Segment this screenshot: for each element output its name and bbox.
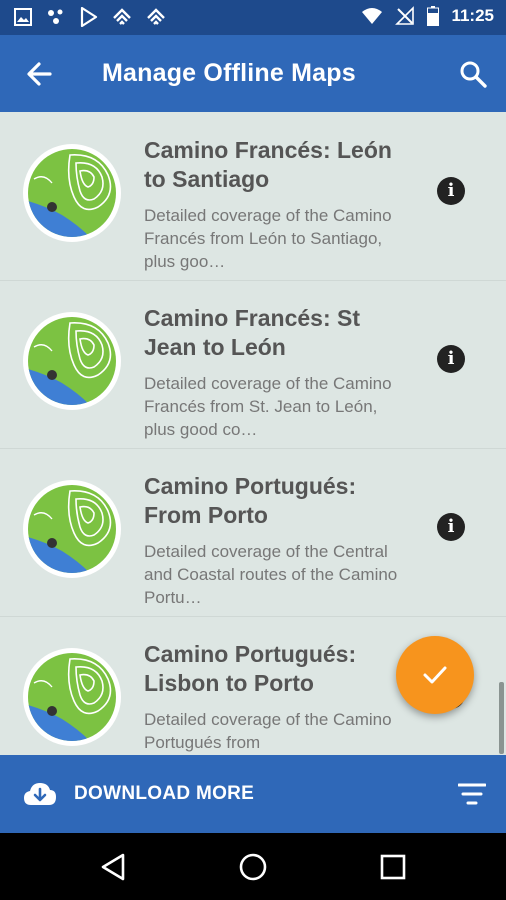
map-thumbnail [23,648,121,746]
info-button[interactable]: i [437,177,465,205]
info-icon: i [447,348,455,369]
list-item[interactable]: Camino Francés: León to Santiago Detaile… [0,112,506,281]
search-button[interactable] [458,59,488,89]
map-title: Camino Francés: León to Santiago [144,137,392,192]
check-icon [423,666,447,684]
play-store-icon [80,7,98,27]
download-more-label: DOWNLOAD MORE [74,783,255,804]
feedly-icon [147,8,165,25]
info-button[interactable]: i [437,513,465,541]
map-icon [28,653,116,741]
filter-icon [458,783,486,805]
system-nav-bar [0,833,506,900]
map-icon [28,149,116,237]
cloud-download-icon [24,783,56,805]
wifi-icon [362,8,383,24]
back-button[interactable] [24,59,56,89]
status-bar: 11:25 [0,0,506,35]
info-button[interactable]: i [437,345,465,373]
map-title: Camino Portugués: From Porto [144,473,357,528]
map-description: Detailed coverage of the Camino Portugué… [144,710,392,752]
confirm-fab[interactable] [396,636,474,714]
search-icon [460,61,487,88]
map-description: Detailed coverage of the Central and Coa… [144,542,398,607]
page-title: Manage Offline Maps [102,59,356,87]
bottom-bar: DOWNLOAD MORE [0,755,506,833]
no-signal-icon [395,6,415,25]
app-bar: Manage Offline Maps [0,35,506,112]
list-item[interactable]: Camino Portugués: From Porto Detailed co… [0,448,506,617]
battery-icon [427,6,440,26]
map-icon [28,485,116,573]
scrollbar[interactable] [499,682,504,754]
map-description: Detailed coverage of the Camino Francés … [144,206,392,271]
map-thumbnail [23,480,121,578]
status-time: 11:25 [451,6,494,25]
info-icon: i [447,180,455,201]
map-title: Camino Portugués: Lisbon to Porto [144,641,357,696]
arrow-back-icon [27,62,52,86]
nav-recents-icon[interactable] [376,850,410,884]
map-thumbnail [23,312,121,410]
list-item[interactable]: Camino Francés: St Jean to León Detailed… [0,280,506,449]
image-icon [14,8,32,26]
map-title: Camino Francés: St Jean to León [144,305,360,360]
info-icon: i [447,516,455,537]
map-description: Detailed coverage of the Camino Francés … [144,374,392,439]
feedly-icon [113,8,131,25]
nav-home-icon[interactable] [236,850,270,884]
nav-back-icon[interactable] [97,850,131,884]
map-icon [28,317,116,405]
map-thumbnail [23,144,121,242]
dots-icon [48,9,63,24]
